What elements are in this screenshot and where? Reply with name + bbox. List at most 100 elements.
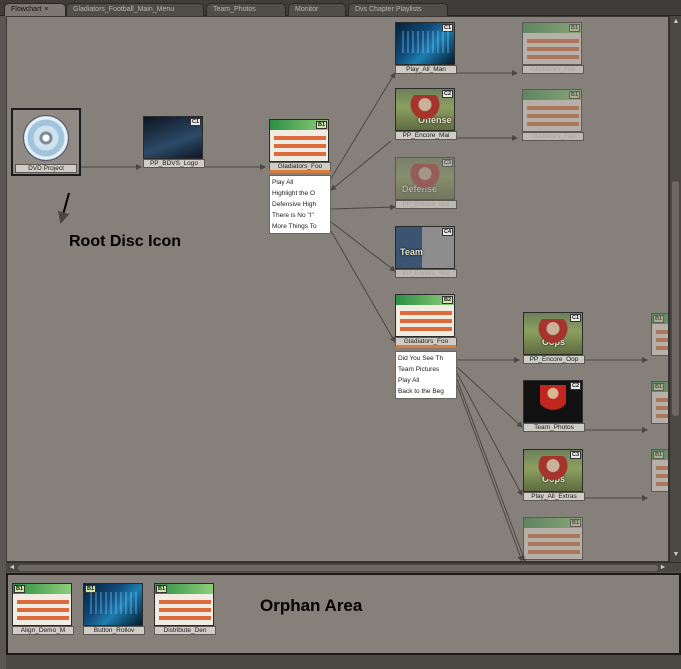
submenu-node[interactable]: B2 Gladiators_Foo <box>395 294 457 348</box>
partial-menu-node[interactable]: B1 <box>651 449 668 492</box>
encore-team-node[interactable]: C4 Team PP_Encore_Mai <box>395 226 457 278</box>
thumbnail-image: B1 <box>83 583 143 626</box>
thumbnail-image: C1 Oops <box>523 312 583 355</box>
scroll-up-icon[interactable]: ▲ <box>671 17 681 27</box>
orphan-menu-node[interactable]: B1 Distribute_Den <box>154 583 216 635</box>
thumbnail-image: B1 <box>651 313 668 356</box>
orphan-menu-node[interactable]: B1 Align_Demo_M <box>12 583 74 635</box>
vertical-scroll-thumb[interactable] <box>672 181 679 416</box>
close-tab-icon[interactable]: × <box>44 6 48 13</box>
panel-bottom-strip <box>6 655 681 669</box>
menu-button-item[interactable]: Play All <box>398 375 454 386</box>
thumbnail-image: B1 <box>651 449 668 492</box>
node-badge: B1 <box>315 121 327 129</box>
node-badge: B1 <box>569 519 581 527</box>
node-badge: B1 <box>653 383 665 391</box>
team-photos-node[interactable]: C2 Team_Photos <box>523 380 585 432</box>
return-menu-node[interactable]: B1 Gladiators_Foo <box>522 89 584 141</box>
connector <box>330 221 396 272</box>
thumbnail-image: B1 <box>522 22 582 65</box>
node-badge: B1 <box>85 585 97 593</box>
node-caption: Align_Demo_M <box>12 626 74 635</box>
thumbnail-image: B1 <box>269 119 329 162</box>
thumbnail-overlay-text: Team <box>400 247 423 257</box>
thumbnail-image: C3 Oops <box>523 449 583 492</box>
play-all-extras-node[interactable]: C3 Oops Play_All_Extras <box>523 449 585 501</box>
thumbnail-image: B2 <box>395 294 455 337</box>
thumbnail-image: B1 <box>522 89 582 132</box>
node-badge: C1 <box>441 24 453 32</box>
thumbnail-image: B1 <box>651 381 668 424</box>
main-menu-button-list: Play All Highlight the O Defensive High … <box>269 175 331 234</box>
thumbnail-image: B1 <box>154 583 214 626</box>
menu-button-item[interactable]: There is No "I" <box>272 210 328 221</box>
submenu-button-list: Did You See Th Team Pictures Play All Ba… <box>395 351 457 399</box>
return-menu-node[interactable]: B1 <box>523 517 585 560</box>
root-disc-node[interactable]: DVD Project <box>11 108 81 176</box>
tab-team-photos[interactable]: Team_Photos <box>206 3 286 16</box>
node-caption: Play_All_Man <box>395 65 457 74</box>
return-menu-node[interactable]: B1 Gladiators_Foo <box>522 22 584 74</box>
partial-menu-node[interactable]: B1 <box>651 313 668 356</box>
thumbnail-overlay-text: Defense <box>402 184 438 194</box>
node-badge: B1 <box>14 585 26 593</box>
node-badge: C2 <box>569 382 581 390</box>
connector <box>456 378 527 561</box>
flowchart-canvas[interactable]: DVD Project Root Disc Icon C1 PP_BDVS_Lo… <box>6 16 669 562</box>
play-all-main-node[interactable]: C1 Play_All_Man <box>395 22 457 74</box>
node-badge: C2 <box>441 90 453 98</box>
tab-gladiators-menu[interactable]: Gladiators_Football_Main_Menu <box>66 3 204 16</box>
orphan-area-annotation: Orphan Area <box>260 596 363 615</box>
node-caption: Play_All_Extras <box>523 492 585 501</box>
node-badge: B2 <box>441 296 453 304</box>
node-caption: Team_Photos <box>523 423 585 432</box>
tab-monitor[interactable]: Monitor <box>288 3 346 16</box>
thumbnail-image: B1 <box>523 517 583 560</box>
scroll-down-icon[interactable]: ▼ <box>671 550 681 560</box>
orphan-menu-node[interactable]: B1 Button_Rollov <box>83 583 145 635</box>
orphan-area[interactable]: B1 Align_Demo_M B1 Button_Rollov B1 Dist… <box>6 573 681 655</box>
menu-button-item[interactable]: More Things To <box>272 221 328 232</box>
vertical-scrollbar[interactable]: ▲ ▼ <box>669 16 681 562</box>
node-caption: DVD Project <box>15 164 77 173</box>
thumbnail-image: C1 <box>143 116 203 159</box>
menu-button-item[interactable]: Defensive High <box>272 199 328 210</box>
thumbnail-image: B1 <box>12 583 72 626</box>
tab-chapter-playlists[interactable]: Dvs Chapter Playlists <box>348 3 448 16</box>
thumbnail-overlay-text: Offense <box>418 115 452 125</box>
node-caption: Button_Rollov <box>83 626 145 635</box>
horizontal-scroll-thumb[interactable] <box>18 565 658 571</box>
annotation-arrow <box>57 192 70 224</box>
connector <box>456 372 523 496</box>
scroll-left-icon[interactable]: ◄ <box>7 563 17 573</box>
dvd-disc-icon <box>23 115 69 161</box>
node-caption: PP_Encore_Mai <box>395 269 457 278</box>
menu-button-item[interactable]: Highlight the O <box>272 188 328 199</box>
node-caption: Gladiators_Foo <box>522 132 584 141</box>
connector <box>326 72 396 186</box>
menu-button-item[interactable]: Play All <box>272 177 328 188</box>
menu-button-item[interactable]: Team Pictures <box>398 364 454 375</box>
panel-tab-bar: Flowchart × Gladiators_Football_Main_Menu… <box>0 0 681 16</box>
scroll-right-icon[interactable]: ► <box>658 563 668 573</box>
thumbnail-overlay-text: Oops <box>542 474 566 484</box>
node-badge: B1 <box>156 585 168 593</box>
node-caption: Gladiators_Foo <box>269 162 331 173</box>
node-badge: C1 <box>189 118 201 126</box>
node-badge: B1 <box>653 315 665 323</box>
encore-offense-node[interactable]: C2 Offense PP_Encore_Mai <box>395 88 457 140</box>
thumbnail-image: C3 Defense <box>395 157 455 200</box>
horizontal-scrollbar[interactable]: ◄ ► <box>6 562 681 572</box>
thumbnail-image: C2 <box>523 380 583 423</box>
tab-flowchart[interactable]: Flowchart × <box>4 3 66 16</box>
partial-menu-node[interactable]: B1 <box>651 381 668 424</box>
node-caption: PP_Encore_Oop <box>523 355 585 364</box>
encore-defense-node[interactable]: C3 Defense PP_Encore_Mai <box>395 157 457 209</box>
thumbnail-image: C4 Team <box>395 226 455 269</box>
main-menu-node[interactable]: B1 Gladiators_Foo <box>269 119 331 173</box>
menu-button-item[interactable]: Did You See Th <box>398 353 454 364</box>
encore-oops-node[interactable]: C1 Oops PP_Encore_Oop <box>523 312 585 364</box>
thumbnail-image: C2 Offense <box>395 88 455 131</box>
logo-node[interactable]: C1 PP_BDVS_Logo <box>143 116 205 168</box>
menu-button-item[interactable]: Back to the Beg <box>398 386 454 397</box>
